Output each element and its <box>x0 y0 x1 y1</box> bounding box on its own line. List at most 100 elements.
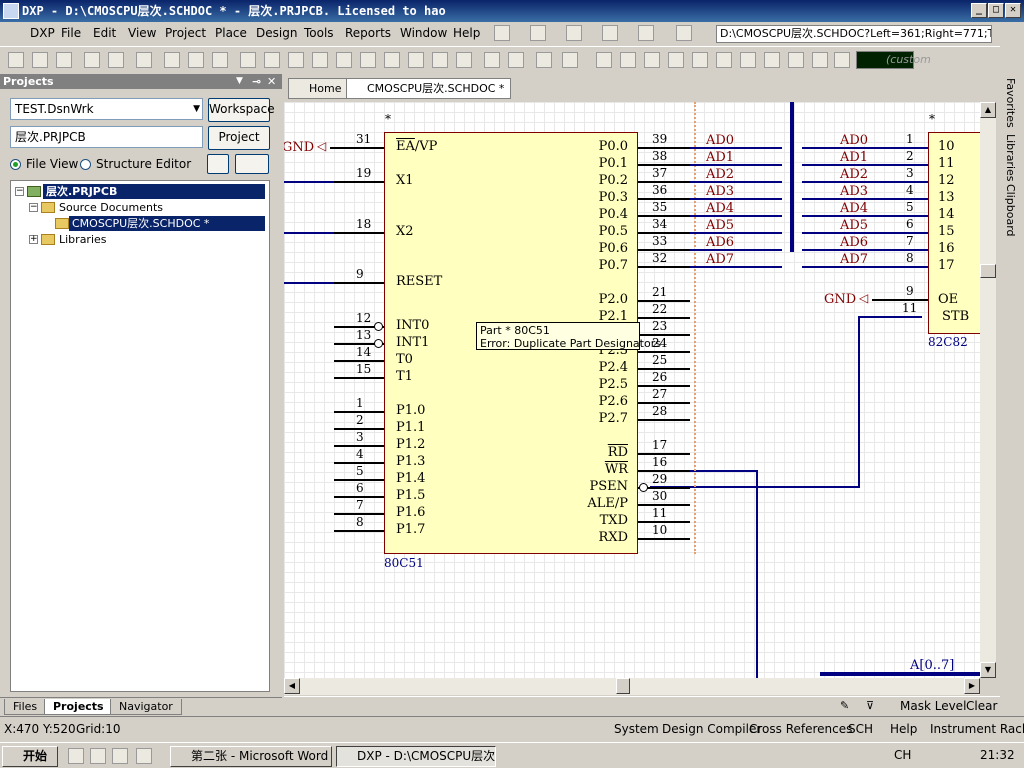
clear-button[interactable]: Clear <box>966 699 997 713</box>
task-dxp[interactable]: DXP - D:\CMOSCPU层次.... <box>336 746 496 767</box>
psen-wire-vertical[interactable] <box>858 316 860 488</box>
project-button[interactable]: Project <box>208 126 270 150</box>
pin-icon[interactable]: ⊸ <box>252 74 261 89</box>
options-icon[interactable] <box>235 154 269 174</box>
media-icon[interactable] <box>136 748 152 764</box>
mask-level-button[interactable]: Mask Level <box>900 699 966 713</box>
net-label[interactable]: AD1 <box>840 150 868 165</box>
menu-help[interactable]: Help <box>453 26 480 40</box>
collapse-icon[interactable]: − <box>29 203 38 212</box>
status-help[interactable]: Help <box>890 722 917 736</box>
status-instrument-racks[interactable]: Instrument Racks <box>930 722 1024 736</box>
scroll-left-icon[interactable]: ◀ <box>284 678 300 694</box>
tab-navigator[interactable]: Navigator <box>110 699 182 715</box>
net-label[interactable]: AD5 <box>706 218 734 233</box>
expand-icon[interactable]: + <box>29 235 38 244</box>
place-bus-icon[interactable] <box>620 52 636 68</box>
deselect-icon[interactable] <box>384 52 400 68</box>
tab-clipboard[interactable]: Clipboard <box>1004 184 1017 237</box>
bus-label[interactable]: A[0..7] <box>910 658 954 673</box>
outlook-icon[interactable] <box>90 748 106 764</box>
project-field[interactable]: 层次.PRJPCB <box>10 126 203 148</box>
layers-icon[interactable] <box>136 52 152 68</box>
scroll-up-icon[interactable]: ▲ <box>980 102 996 118</box>
bus-tool-icon[interactable] <box>530 25 546 41</box>
clear-filter-icon[interactable] <box>408 52 424 68</box>
minimize-button[interactable]: _ <box>971 3 987 18</box>
bus-entry-icon[interactable] <box>644 52 660 68</box>
grid-icon[interactable] <box>676 25 692 41</box>
scroll-thumb[interactable] <box>980 264 996 278</box>
panel-menu-icon[interactable]: ▼ <box>236 74 243 89</box>
address-bus[interactable] <box>820 672 980 676</box>
file-view-radio[interactable] <box>10 159 21 170</box>
zoom-area-icon[interactable] <box>188 52 204 68</box>
save-icon[interactable] <box>56 52 72 68</box>
print-icon[interactable] <box>84 52 100 68</box>
menu-window[interactable]: Window <box>400 26 447 40</box>
schematic-canvas[interactable]: 80C51 * 82C82 * A[0..7] GND ◁ GND ◁ 31 EA… <box>284 102 980 678</box>
menu-view[interactable]: View <box>128 26 156 40</box>
copy-icon[interactable] <box>264 52 280 68</box>
tab-home[interactable]: Home <box>288 78 349 99</box>
cut-icon[interactable] <box>240 52 256 68</box>
menu-design[interactable]: Design <box>256 26 297 40</box>
scroll-right-icon[interactable]: ▶ <box>964 678 980 694</box>
tree-item-project[interactable]: 层次.PRJPCB <box>43 184 265 199</box>
wire-tool-icon[interactable] <box>494 25 510 41</box>
part-tool-icon[interactable] <box>602 25 618 41</box>
data-bus[interactable] <box>790 102 794 252</box>
tab-files[interactable]: Files <box>4 699 47 715</box>
workspace-select[interactable]: TEST.DsnWrk ▼ <box>10 98 203 120</box>
gnd-port-1[interactable]: GND <box>284 140 314 155</box>
open-file-icon[interactable] <box>32 52 48 68</box>
desktop-icon[interactable] <box>112 748 128 764</box>
select-area-icon[interactable] <box>336 52 352 68</box>
move-icon[interactable] <box>360 52 376 68</box>
net-label[interactable]: AD0 <box>706 133 734 148</box>
net-label[interactable]: AD3 <box>840 184 868 199</box>
redo-icon[interactable] <box>456 52 472 68</box>
start-button[interactable]: 开始 <box>2 746 58 767</box>
close-button[interactable]: ✕ <box>1005 3 1021 18</box>
sheet-symbol2-icon[interactable] <box>764 52 780 68</box>
ie-icon[interactable] <box>68 748 84 764</box>
net-label[interactable]: AD4 <box>706 201 734 216</box>
new-file-icon[interactable] <box>8 52 24 68</box>
tab-schdoc[interactable]: CMOSCPU层次.SCHDOC * <box>346 78 512 99</box>
hscroll-thumb[interactable] <box>616 678 630 694</box>
maximize-button[interactable]: □ <box>988 3 1004 18</box>
filter-icon[interactable]: ⊽ <box>866 699 874 712</box>
tab-libraries[interactable]: Libraries <box>1004 134 1017 182</box>
no-erc-icon[interactable] <box>834 52 850 68</box>
menu-dxp[interactable]: DXP <box>30 26 55 40</box>
tab-favorites[interactable]: Favorites <box>1004 78 1017 128</box>
net-label[interactable]: AD6 <box>706 235 734 250</box>
net-label[interactable]: AD7 <box>706 252 734 267</box>
sheet-symbol-icon[interactable] <box>638 25 654 41</box>
menu-file[interactable]: File <box>61 26 81 40</box>
stb-wire[interactable] <box>858 316 922 318</box>
vertical-scrollbar[interactable]: ▲ ▼ <box>980 102 996 678</box>
horizontal-scrollbar[interactable]: ◀ ▶ <box>284 678 980 695</box>
tab-projects[interactable]: Projects <box>44 699 113 715</box>
rubber-stamp-icon[interactable] <box>312 52 328 68</box>
net-label-icon[interactable] <box>668 52 684 68</box>
workspace-button[interactable]: Workspace <box>208 98 275 122</box>
help-icon[interactable] <box>562 52 578 68</box>
menu-tools[interactable]: Tools <box>304 26 334 40</box>
menu-project[interactable]: Project <box>165 26 206 40</box>
status-sch[interactable]: SCH <box>848 722 873 736</box>
task-word[interactable]: 第二张 - Microsoft Word <box>170 746 332 767</box>
gnd-port-2[interactable]: GND <box>824 292 856 307</box>
zoom-selected-icon[interactable] <box>212 52 228 68</box>
ime-indicator[interactable]: CH <box>894 748 911 762</box>
net-label[interactable]: AD6 <box>840 235 868 250</box>
menu-place[interactable]: Place <box>215 26 247 40</box>
net-label[interactable]: AD2 <box>840 167 868 182</box>
status-cross-references[interactable]: Cross References <box>749 722 852 736</box>
cross-probe-icon[interactable] <box>508 52 524 68</box>
net-label[interactable]: AD3 <box>706 184 734 199</box>
tree-item-doc[interactable]: CMOSCPU层次.SCHDOC * <box>69 216 265 231</box>
scroll-down-icon[interactable]: ▼ <box>980 662 996 678</box>
